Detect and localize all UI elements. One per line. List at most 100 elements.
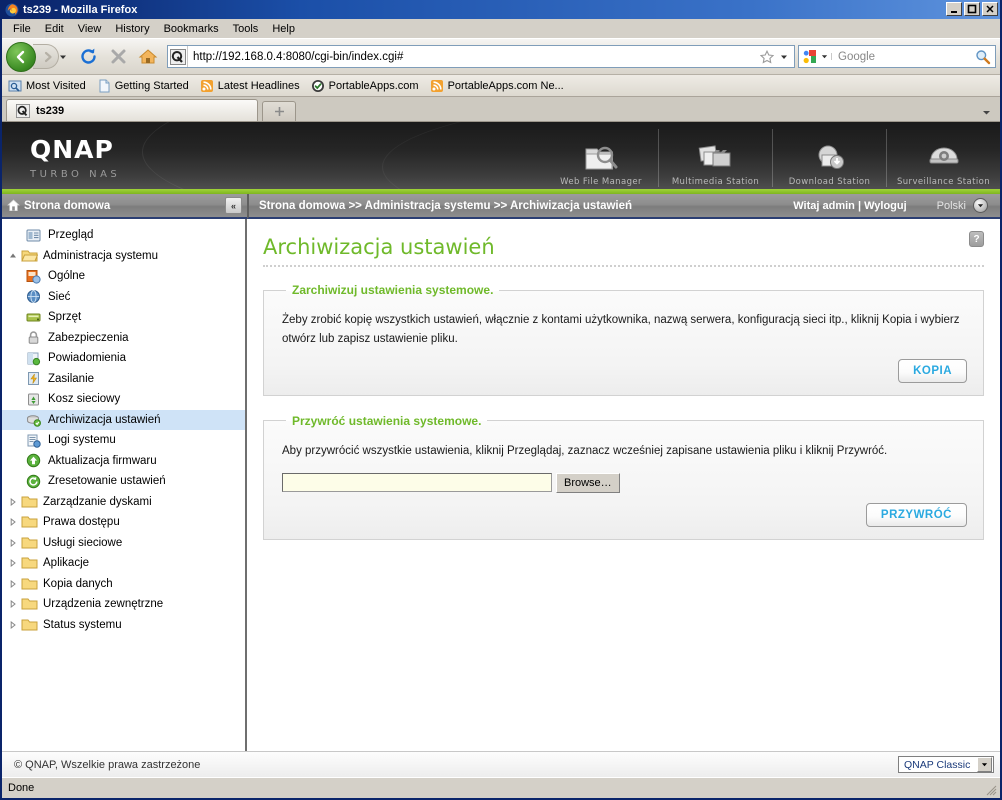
sidebar-item-label: Sprzęt xyxy=(48,311,82,324)
minimize-button[interactable] xyxy=(946,2,962,16)
sidebar-item-archiwizacja-ustawien[interactable]: Archiwizacja ustawień xyxy=(2,409,245,430)
forward-button[interactable] xyxy=(33,44,59,69)
app-web-file-manager[interactable]: Web File Manager xyxy=(544,129,658,187)
sidebar-item-siec[interactable]: Sieć xyxy=(2,287,245,308)
sidebar-item-prawa-dostepu[interactable]: Prawa dostępu xyxy=(2,512,245,533)
sidebar-item-powiadomienia[interactable]: Powiadomienia xyxy=(2,348,245,369)
bookmark-getting-started[interactable]: Getting Started xyxy=(97,79,189,93)
autocomplete-arrow-icon[interactable] xyxy=(780,53,794,61)
search-bar[interactable]: Google xyxy=(798,45,996,68)
sidebar-item-sprzet[interactable]: Sprzęt xyxy=(2,307,245,328)
sidebar-item-zabezpieczenia[interactable]: Zabezpieczenia xyxy=(2,328,245,349)
backup-button[interactable]: KOPIA xyxy=(898,358,967,383)
sidebar-item-logi-systemu[interactable]: Logi systemu xyxy=(2,430,245,451)
sidebar-item-ogolne[interactable]: Ogólne xyxy=(2,266,245,287)
sidebar-item-label: Aktualizacja firmwaru xyxy=(48,454,157,467)
twisty-collapsed-icon[interactable] xyxy=(6,600,20,609)
sidebar-item-zresetowanie-ustawien[interactable]: Zresetowanie ustawień xyxy=(2,471,245,492)
breadcrumb-bar: Strona domowa >> Administracja systemu >… xyxy=(247,194,1000,219)
history-dropdown-icon[interactable] xyxy=(59,53,73,61)
rss-icon xyxy=(200,79,214,93)
sidebar-item-kosz-sieciowy[interactable]: Kosz sieciowy xyxy=(2,389,245,410)
help-button[interactable]: ? xyxy=(969,231,984,247)
bookmark-star-icon[interactable] xyxy=(760,49,780,64)
menu-help-label: Help xyxy=(272,22,295,35)
sidebar-item-zasilanie[interactable]: Zasilanie xyxy=(2,369,245,390)
backup-panel-legend: Zarchiwizuj ustawienia systemowe. xyxy=(292,283,494,297)
page-icon xyxy=(97,79,111,93)
bookmark-portableapps-news[interactable]: PortableApps.com Ne... xyxy=(430,79,564,93)
twisty-expanded-icon[interactable] xyxy=(6,252,20,260)
restore-panel-description: Aby przywrócić wszystkie ustawienia, kli… xyxy=(282,444,888,457)
twisty-collapsed-icon[interactable] xyxy=(6,518,20,527)
maximize-button[interactable] xyxy=(964,2,980,16)
address-bar[interactable]: http://192.168.0.4:8080/cgi-bin/index.cg… xyxy=(167,45,795,68)
collapse-sidebar-button[interactable]: « xyxy=(225,197,242,214)
app-multimedia-station[interactable]: Multimedia Station xyxy=(658,129,772,187)
sidebar-item-zarzadzanie-dyskami[interactable]: Zarządzanie dyskami xyxy=(2,492,245,513)
firefox-icon xyxy=(5,3,19,17)
window-controls xyxy=(946,2,998,16)
menu-history[interactable]: History xyxy=(108,21,156,37)
theme-select-value: QNAP Classic xyxy=(904,758,971,771)
language-selector[interactable]: Polski xyxy=(937,198,988,213)
twisty-collapsed-icon[interactable] xyxy=(6,579,20,588)
menu-tools[interactable]: Tools xyxy=(226,21,266,37)
menu-view[interactable]: View xyxy=(71,21,109,37)
menu-bookmarks[interactable]: Bookmarks xyxy=(157,21,226,37)
sidebar-item-label: Archiwizacja ustawień xyxy=(48,413,161,426)
bookmark-latest-headlines[interactable]: Latest Headlines xyxy=(200,79,300,93)
url-text[interactable]: http://192.168.0.4:8080/cgi-bin/index.cg… xyxy=(188,51,760,63)
twisty-collapsed-icon[interactable] xyxy=(6,620,20,629)
search-icon[interactable] xyxy=(971,49,995,65)
menu-edit[interactable]: Edit xyxy=(38,21,71,37)
tab-ts239[interactable]: ts239 xyxy=(6,99,258,121)
home-icon[interactable] xyxy=(135,44,161,70)
search-input[interactable]: Google xyxy=(832,51,971,63)
folder-icon xyxy=(20,577,39,591)
back-button[interactable] xyxy=(6,41,36,72)
sidebar-item-kopia-danych[interactable]: Kopia danych xyxy=(2,574,245,595)
search-engine-arrow-icon[interactable] xyxy=(821,53,832,60)
bookmark-label: PortableApps.com xyxy=(328,79,419,92)
sidebar-item-status-systemu[interactable]: Status systemu xyxy=(2,615,245,636)
welcome-logout[interactable]: Witaj admin | Wyloguj xyxy=(793,200,906,212)
reload-icon[interactable] xyxy=(75,44,101,70)
logs-icon xyxy=(24,433,43,448)
twisty-collapsed-icon[interactable] xyxy=(6,538,20,547)
bookmark-most-visited[interactable]: Most Visited xyxy=(8,79,86,93)
browse-button[interactable]: Browse… xyxy=(556,472,620,493)
sidebar-item-label: Aplikacje xyxy=(43,557,90,570)
sidebar-item-urzadzenia-zewnetrzne[interactable]: Urządzenia zewnętrzne xyxy=(2,594,245,615)
sidebar-item-aplikacje[interactable]: Aplikacje xyxy=(2,553,245,574)
lock-icon xyxy=(24,330,43,345)
sidebar-item-administracja-systemu[interactable]: Administracja systemu xyxy=(2,246,245,267)
chevron-down-icon[interactable] xyxy=(973,198,988,213)
twisty-collapsed-icon[interactable] xyxy=(6,559,20,568)
portableapps-icon xyxy=(311,79,325,93)
folder-open-icon xyxy=(20,249,39,263)
theme-select[interactable]: QNAP Classic xyxy=(898,756,994,773)
app-surveillance-station[interactable]: Surveillance Station xyxy=(886,129,1000,187)
sidebar-item-uslugi-sieciowe[interactable]: Usługi sieciowe xyxy=(2,533,245,554)
sidebar-header[interactable]: Strona domowa « xyxy=(2,194,247,219)
twisty-collapsed-icon[interactable] xyxy=(6,497,20,506)
sidebar-item-aktualizacja-firmwaru[interactable]: Aktualizacja firmwaru xyxy=(2,451,245,472)
chevron-down-icon[interactable] xyxy=(977,757,992,772)
stop-icon[interactable] xyxy=(105,44,131,70)
sidebar-item-label: Przegląd xyxy=(48,229,94,242)
menu-help[interactable]: Help xyxy=(265,21,302,37)
menu-file[interactable]: File xyxy=(6,21,38,37)
restore-file-input[interactable] xyxy=(282,473,552,493)
sidebar-item-przeglad[interactable]: Przegląd xyxy=(2,225,245,246)
close-button[interactable] xyxy=(982,2,998,16)
tab-list-button[interactable] xyxy=(982,108,1000,121)
qnap-logo[interactable]: QNAP TURBO NAS xyxy=(30,137,120,180)
new-tab-button[interactable] xyxy=(262,101,296,121)
resize-grip-icon[interactable] xyxy=(984,783,998,797)
sidebar-item-label: Kopia danych xyxy=(43,577,113,590)
overview-icon xyxy=(24,228,43,243)
app-download-station[interactable]: Download Station xyxy=(772,129,886,187)
bookmark-portableapps[interactable]: PortableApps.com xyxy=(311,79,419,93)
restore-button[interactable]: PRZYWRÓĆ xyxy=(865,502,967,527)
